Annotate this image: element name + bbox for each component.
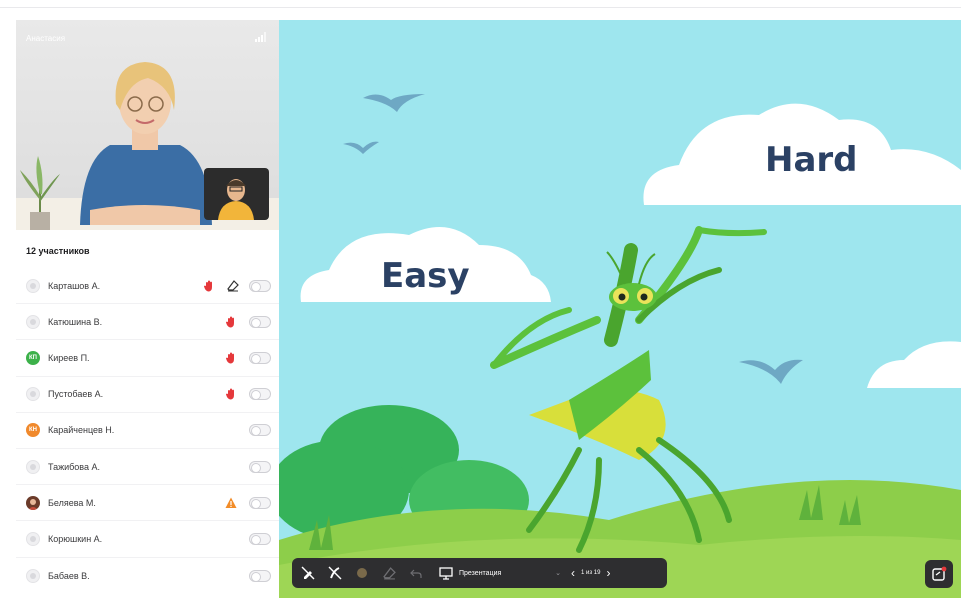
eraser-icon[interactable]	[381, 565, 397, 581]
raised-hand-icon	[226, 316, 234, 328]
presentation-slide[interactable]: Hard Easy	[279, 20, 961, 598]
participants-count: 12 участников	[26, 246, 90, 256]
avatar: КП	[26, 350, 40, 365]
notes-button[interactable]	[925, 560, 953, 588]
participant-name: Бабаев В.	[48, 570, 90, 581]
undo-icon[interactable]	[408, 565, 424, 581]
avatar	[26, 459, 40, 474]
top-bar	[0, 0, 961, 8]
avatar	[26, 568, 40, 583]
presentation-toolbar: Презентация ⌄ ‹ 1 из 19 ›	[292, 558, 667, 588]
participant-row[interactable]: КП Киреев П.	[16, 340, 279, 377]
presentation-select[interactable]: Презентация ⌄	[439, 566, 571, 580]
participant-row[interactable]: Бабаев В.	[16, 558, 279, 594]
permission-toggle[interactable]	[249, 569, 271, 582]
permission-toggle[interactable]	[249, 351, 271, 364]
participant-name: Катюшина В.	[48, 316, 103, 327]
participant-row[interactable]: Карташов А.	[16, 268, 279, 305]
word-easy: Easy	[381, 256, 470, 296]
slide-illustration	[279, 94, 961, 598]
avatar	[26, 278, 40, 293]
permission-toggle[interactable]	[249, 388, 271, 401]
raised-hand-icon	[204, 280, 212, 292]
participant-row[interactable]: Тажибова А.	[16, 449, 279, 486]
pen-off-icon[interactable]	[300, 565, 316, 581]
signal-icon	[255, 32, 266, 42]
participant-name: Карайченцев Н.	[48, 425, 115, 436]
avatar	[26, 495, 40, 510]
participant-row[interactable]: Корюшкин А.	[16, 521, 279, 558]
prev-arrow-icon[interactable]: ‹	[571, 567, 575, 579]
page-indicator: 1 из 19	[581, 570, 601, 576]
notes-icon	[932, 566, 947, 581]
next-arrow-icon[interactable]: ›	[606, 567, 610, 579]
color-dot-icon[interactable]	[354, 565, 370, 581]
teacher-image	[80, 62, 212, 225]
avatar	[26, 387, 40, 402]
permission-toggle[interactable]	[249, 496, 271, 509]
raised-hand-icon	[226, 352, 234, 364]
participant-row[interactable]: Беляева М.	[16, 485, 279, 522]
presentation-icon	[439, 567, 453, 580]
page-navigation: ‹ 1 из 19 ›	[571, 567, 610, 579]
permission-toggle[interactable]	[249, 532, 271, 545]
participant-row[interactable]: Катюшина В.	[16, 304, 279, 341]
eraser-icon[interactable]	[227, 279, 239, 292]
presentation-label: Презентация	[459, 569, 502, 577]
participant-row[interactable]: КН Карайченцев Н.	[16, 413, 279, 449]
teacher-video: Анастасия	[16, 20, 279, 230]
avatar: КН	[26, 423, 40, 438]
participant-name: Тажибова А.	[48, 461, 100, 472]
participant-name: Беляева М.	[48, 497, 96, 508]
permission-toggle[interactable]	[249, 279, 271, 292]
participants-list: Карташов А. Катюшина В. КП Киреев П. Пус…	[16, 268, 279, 594]
student-video-thumbnail[interactable]	[204, 168, 269, 220]
raised-hand-icon	[226, 388, 234, 400]
permission-toggle[interactable]	[249, 424, 271, 437]
participant-name: Пустобаев А.	[48, 389, 104, 400]
word-hard: Hard	[765, 140, 858, 180]
participants-panel: Анастасия 12 участников Карташов А. Катю…	[16, 20, 279, 598]
chevron-down-icon: ⌄	[555, 570, 561, 577]
participant-name: Корюшкин А.	[48, 533, 103, 544]
avatar	[26, 531, 40, 546]
participant-name: Киреев П.	[48, 352, 90, 363]
permission-toggle[interactable]	[249, 460, 271, 473]
avatar	[26, 314, 40, 329]
warning-icon	[225, 497, 237, 508]
plant-image	[20, 156, 60, 230]
participant-name: Карташов А.	[48, 280, 101, 291]
teacher-name: Анастасия	[26, 34, 66, 43]
permission-toggle[interactable]	[249, 315, 271, 328]
participant-row[interactable]: Пустобаев А.	[16, 377, 279, 413]
draw-off-icon[interactable]	[327, 565, 343, 581]
